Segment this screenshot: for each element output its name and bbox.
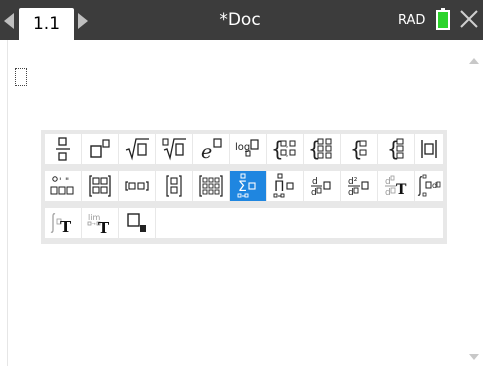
- top-bar: 1.1 *Doc RAD: [0, 0, 483, 40]
- svg-text:": ": [65, 177, 69, 187]
- absolute-value-template-icon[interactable]: [415, 134, 443, 164]
- svg-text:d: d: [385, 188, 391, 198]
- close-icon[interactable]: [458, 8, 480, 30]
- fraction-template-icon[interactable]: [45, 134, 81, 164]
- page-left-border: [7, 40, 8, 366]
- math-input-placeholder[interactable]: [15, 68, 27, 86]
- math-template-palette: e log {,, { { { ' " Σ = Π = dd d² d d d …: [41, 130, 447, 244]
- svg-text:{: {: [387, 137, 400, 161]
- svg-text:T: T: [60, 218, 72, 236]
- svg-text:,: ,: [286, 150, 288, 158]
- log-template-icon[interactable]: log: [230, 134, 266, 164]
- nth-root-template-icon[interactable]: [156, 134, 192, 164]
- product-template-icon[interactable]: Π =: [267, 171, 303, 201]
- tab-label: 1.1: [32, 14, 61, 34]
- matrix-2x2-template-icon[interactable]: [82, 171, 118, 201]
- scroll-down-arrow-icon[interactable]: [469, 354, 479, 360]
- angle-mode-indicator: RAD: [398, 13, 426, 28]
- svg-text:{: {: [308, 137, 321, 161]
- svg-text:,: ,: [286, 141, 288, 149]
- document-title: *Doc: [219, 10, 261, 30]
- square-root-template-icon[interactable]: [119, 134, 155, 164]
- sum-template-icon[interactable]: Σ =: [230, 171, 266, 201]
- row-matrix-template-icon[interactable]: [119, 171, 155, 201]
- piecewise-2-template-icon[interactable]: {,,: [267, 134, 303, 164]
- svg-text:e: e: [201, 141, 212, 162]
- system-n-template-icon[interactable]: {: [378, 134, 414, 164]
- subscript-template-icon[interactable]: [119, 208, 155, 238]
- degree-minute-second-template-icon[interactable]: ' ": [45, 171, 81, 201]
- svg-text:d: d: [311, 188, 317, 198]
- derivative-template-icon[interactable]: dd: [304, 171, 340, 201]
- definite-integral-template-icon[interactable]: d: [415, 171, 443, 201]
- next-page-arrow-icon[interactable]: [78, 13, 88, 29]
- palette-empty-area: [156, 208, 443, 238]
- nth-derivative-template-icon[interactable]: ddT: [378, 171, 414, 201]
- piecewise-n-template-icon[interactable]: {: [304, 134, 340, 164]
- matrix-mxn-template-icon[interactable]: [193, 171, 229, 201]
- previous-page-arrow-icon[interactable]: [4, 13, 14, 29]
- exponent-template-icon[interactable]: [82, 134, 118, 164]
- svg-text:T: T: [396, 182, 407, 198]
- svg-text:→: →: [92, 222, 96, 228]
- system-2-template-icon[interactable]: {: [341, 134, 377, 164]
- svg-text:d: d: [432, 181, 437, 190]
- battery-icon: [436, 8, 450, 30]
- svg-text:': ': [59, 177, 61, 187]
- scroll-up-arrow-icon[interactable]: [469, 58, 479, 64]
- tab-page-1-1[interactable]: 1.1: [19, 8, 74, 40]
- svg-text:d: d: [348, 188, 354, 198]
- limit-template-icon[interactable]: lim → T: [82, 208, 118, 238]
- svg-text:T: T: [98, 219, 110, 236]
- indefinite-integral-template-icon[interactable]: T: [45, 208, 81, 238]
- e-exponent-template-icon[interactable]: e: [193, 134, 229, 164]
- second-derivative-template-icon[interactable]: d² d: [341, 171, 377, 201]
- column-matrix-template-icon[interactable]: [156, 171, 192, 201]
